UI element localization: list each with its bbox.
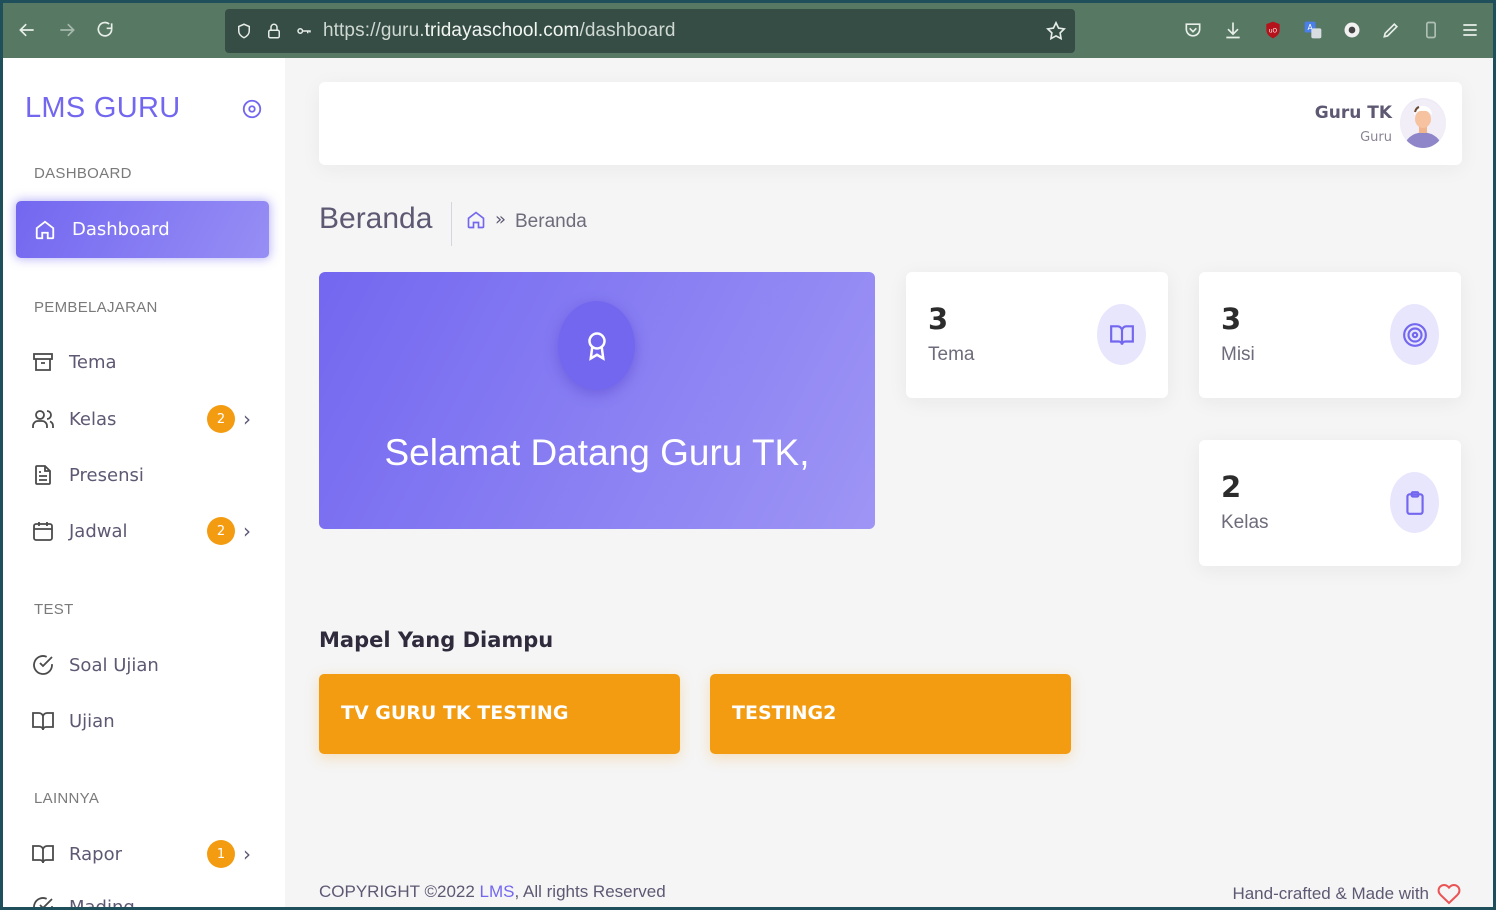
- stat-value: 3: [1221, 302, 1242, 336]
- stat-card-kelas: 2 Kelas: [1199, 440, 1461, 566]
- stat-value: 2: [1221, 470, 1242, 504]
- sidebar-item-label: Dashboard: [72, 219, 170, 240]
- sidebar-item-label: Kelas: [69, 408, 117, 430]
- url-prefix: https://guru.: [323, 20, 425, 41]
- menu-icon[interactable]: [1458, 17, 1482, 43]
- download-icon[interactable]: [1221, 17, 1245, 43]
- count-badge: 2: [207, 405, 235, 433]
- home-icon[interactable]: [466, 210, 486, 230]
- mapel-card-label: TESTING2: [732, 702, 837, 724]
- users-icon: [32, 410, 54, 428]
- user-name[interactable]: Guru TK: [1315, 103, 1392, 123]
- sidebar-item-ujian[interactable]: Ujian: [31, 706, 271, 736]
- book-open-icon: [32, 712, 54, 731]
- sidebar-toggle-icon[interactable]: [241, 98, 263, 120]
- sidebar-item-label: Rapor: [69, 843, 122, 865]
- lock-icon[interactable]: [263, 20, 285, 42]
- reload-icon[interactable]: [93, 17, 117, 43]
- address-bar[interactable]: https://guru.tridayaschool.com/dashboard: [225, 9, 1075, 53]
- breadcrumb-divider: [451, 202, 452, 246]
- svg-text:uO: uO: [1269, 29, 1278, 35]
- section-label-lainnya: LAINNYA: [34, 790, 100, 807]
- translate-icon[interactable]: A: [1301, 17, 1325, 43]
- home-icon: [35, 220, 55, 239]
- forward-icon[interactable]: [55, 17, 79, 43]
- calendar-icon: [33, 522, 53, 541]
- extension-circle-icon[interactable]: [1340, 17, 1364, 43]
- top-navbar: Guru TK Guru: [319, 82, 1462, 165]
- pocket-icon[interactable]: [1181, 17, 1205, 43]
- sidebar-item-label: Mading: [69, 896, 135, 908]
- check-circle-icon: [33, 655, 53, 675]
- sidebar-item-tema[interactable]: Tema: [31, 347, 271, 377]
- book-open-icon: [32, 845, 54, 864]
- section-label-pembelajaran: PEMBELAJARAN: [34, 299, 158, 316]
- sidebar-item-jadwal[interactable]: Jadwal 2 ›: [31, 516, 271, 546]
- footer-lms-link[interactable]: LMS: [480, 882, 515, 901]
- chevron-right-icon: ›: [243, 407, 251, 431]
- sidebar-item-mading[interactable]: Mading: [31, 892, 271, 907]
- chevron-right-icon: ›: [243, 842, 251, 866]
- sidebar-item-rapor[interactable]: Rapor 1 ›: [31, 839, 271, 869]
- count-badge: 2: [207, 517, 235, 545]
- page-title: Beranda: [319, 202, 433, 235]
- sidebar-item-label: Tema: [69, 351, 117, 373]
- sidebar-item-label: Ujian: [69, 710, 115, 732]
- footer-copyright: COPYRIGHT ©2022 LMS, All rights Reserved: [319, 882, 666, 902]
- mapel-card[interactable]: TESTING2: [710, 674, 1071, 754]
- browser-window: https://guru.tridayaschool.com/dashboard…: [3, 3, 1493, 907]
- mapel-section-title: Mapel Yang Diampu: [319, 628, 554, 652]
- browser-toolbar: https://guru.tridayaschool.com/dashboard…: [3, 3, 1493, 58]
- brand-logo[interactable]: LMS GURU: [25, 92, 180, 125]
- welcome-text: Selamat Datang Guru TK,: [384, 432, 810, 473]
- stat-card-tema: 3 Tema: [906, 272, 1168, 398]
- url-domain: tridayaschool.com: [424, 20, 580, 41]
- bookmark-star-icon[interactable]: [1045, 20, 1067, 42]
- stat-card-misi: 3 Misi: [1199, 272, 1461, 398]
- copyright-suffix: , All rights Reserved: [514, 882, 666, 901]
- avatar[interactable]: [1400, 98, 1446, 148]
- count-badge: 1: [207, 840, 235, 868]
- file-text-icon: [35, 465, 51, 485]
- target-icon: [1390, 304, 1439, 365]
- copyright-prefix: COPYRIGHT ©2022: [319, 882, 480, 901]
- sidebar-item-soal-ujian[interactable]: Soal Ujian: [31, 650, 271, 680]
- stat-value: 3: [928, 302, 949, 336]
- section-label-test: TEST: [34, 601, 74, 618]
- sidebar: LMS GURU DASHBOARD Dashboard PEMBELAJARA…: [3, 58, 285, 907]
- archive-icon: [33, 353, 53, 371]
- chevron-right-icon: ›: [243, 519, 251, 543]
- stat-label: Kelas: [1221, 512, 1269, 533]
- mapel-card-label: TV GURU TK TESTING: [341, 702, 569, 724]
- shield-icon[interactable]: [233, 20, 255, 42]
- sidebar-item-label: Presensi: [69, 464, 144, 486]
- book-open-icon: [1097, 304, 1146, 365]
- stat-label: Misi: [1221, 344, 1255, 365]
- footer-credit: Hand-crafted & Made with: [1232, 882, 1461, 906]
- user-role: Guru: [1360, 130, 1392, 145]
- breadcrumb-separator: »: [495, 209, 507, 230]
- made-with-text: Hand-crafted & Made with: [1232, 884, 1429, 903]
- sidebar-item-dashboard[interactable]: Dashboard: [16, 201, 269, 258]
- key-icon[interactable]: [293, 20, 315, 42]
- welcome-card: Selamat Datang Guru TK,: [319, 272, 875, 529]
- heart-icon: [1437, 884, 1461, 905]
- phone-icon[interactable]: [1419, 17, 1443, 43]
- section-label-dashboard: DASHBOARD: [34, 165, 132, 182]
- breadcrumb-current: Beranda: [515, 211, 587, 232]
- clipboard-icon: [1390, 472, 1439, 533]
- sidebar-item-kelas[interactable]: Kelas 2 ›: [31, 404, 271, 434]
- back-icon[interactable]: [15, 17, 39, 43]
- award-icon: [558, 301, 635, 390]
- sidebar-item-presensi[interactable]: Presensi: [31, 460, 271, 490]
- mapel-card[interactable]: TV GURU TK TESTING: [319, 674, 680, 754]
- ublock-icon[interactable]: uO: [1261, 17, 1285, 43]
- sidebar-item-label: Soal Ujian: [69, 654, 159, 676]
- url-path: /dashboard: [579, 20, 676, 41]
- check-icon: [33, 897, 53, 907]
- stat-label: Tema: [928, 344, 975, 365]
- url-text[interactable]: https://guru.tridayaschool.com/dashboard: [323, 20, 676, 42]
- sidebar-item-label: Jadwal: [69, 520, 128, 542]
- pen-icon[interactable]: [1379, 17, 1403, 43]
